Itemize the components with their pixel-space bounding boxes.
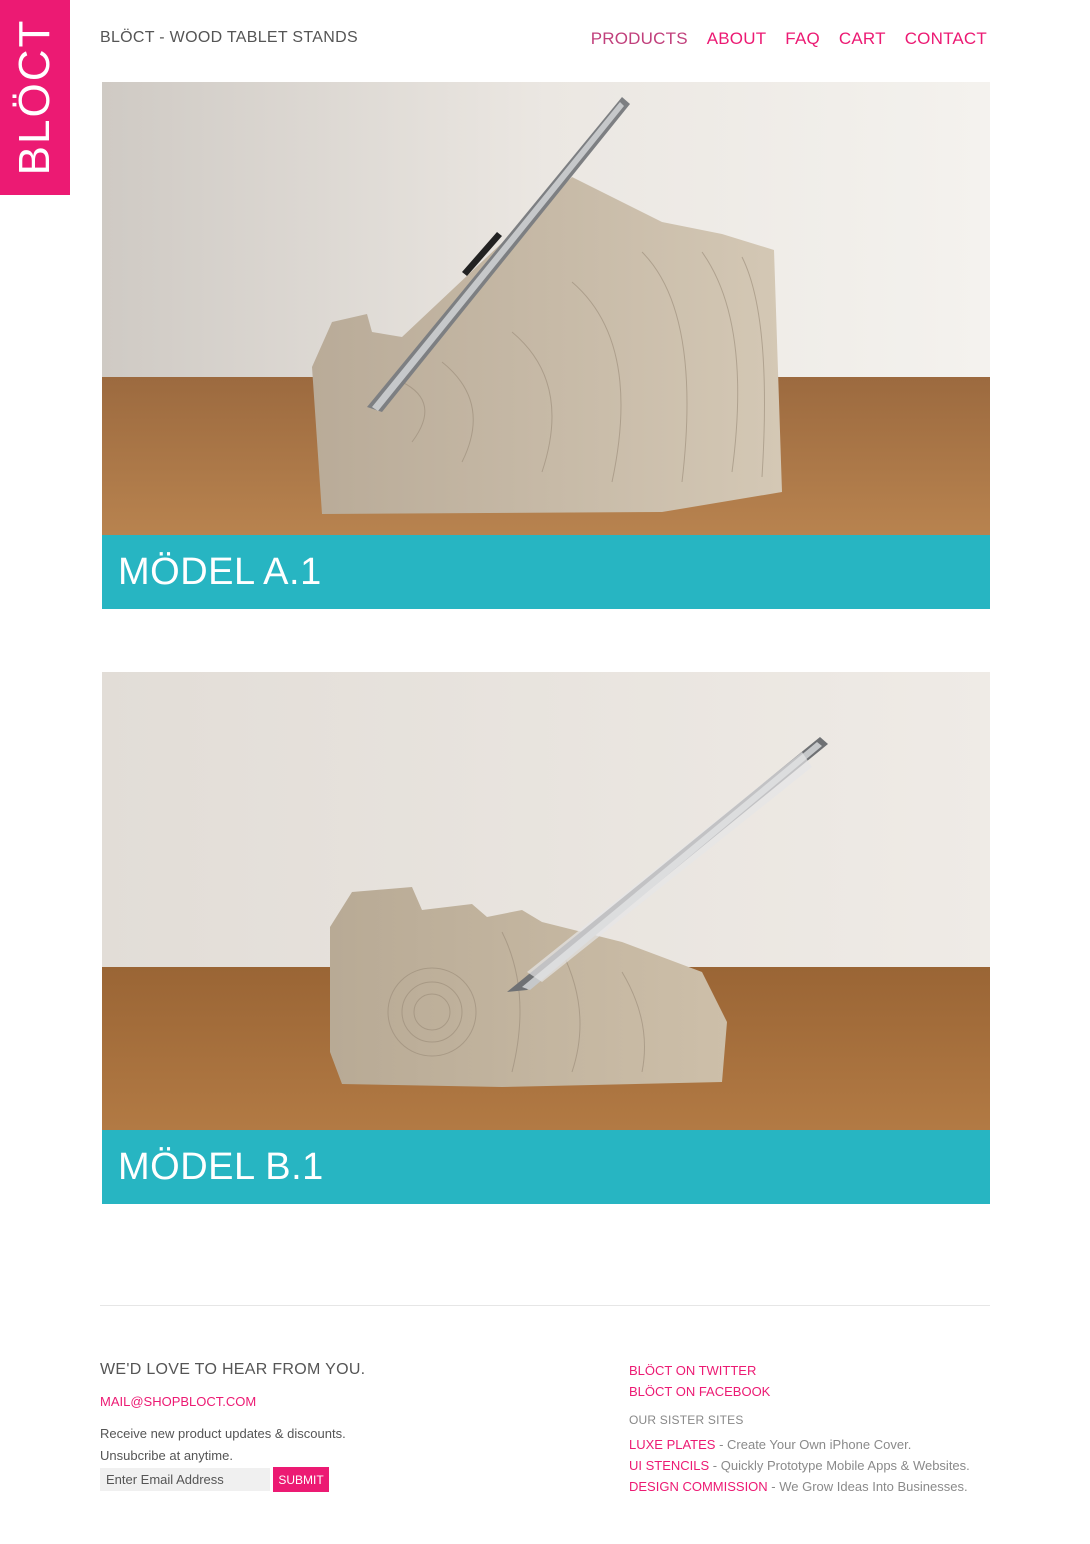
site-title: BLÖCT - WOOD TABLET STANDS — [100, 29, 358, 46]
sister-site-item: DESIGN COMMISSION - We Grow Ideas Into B… — [629, 1479, 968, 1494]
footer-heading: WE'D LOVE TO HEAR FROM YOU. — [100, 1361, 366, 1378]
nav-faq[interactable]: FAQ — [785, 29, 820, 49]
sister-link-luxe-plates[interactable]: LUXE PLATES — [629, 1437, 715, 1452]
product-photo-a1[interactable] — [102, 82, 990, 535]
facebook-link[interactable]: BLÖCT ON FACEBOOK — [629, 1384, 770, 1399]
newsletter-text-2: Unsubcribe at anytime. — [100, 1448, 233, 1463]
sister-link-ui-stencils[interactable]: UI STENCILS — [629, 1458, 709, 1473]
product-card-a1[interactable]: MÖDEL A.1 — [102, 82, 990, 609]
newsletter-text-1: Receive new product updates & discounts. — [100, 1426, 346, 1441]
sister-sites-heading: OUR SISTER SITES — [629, 1413, 744, 1427]
sister-link-design-commission[interactable]: DESIGN COMMISSION — [629, 1479, 768, 1494]
main-nav: PRODUCTS ABOUT FAQ CART CONTACT — [591, 29, 987, 49]
newsletter-email-input[interactable] — [100, 1468, 270, 1491]
nav-about[interactable]: ABOUT — [707, 29, 767, 49]
sister-desc: - Create Your Own iPhone Cover. — [715, 1437, 912, 1452]
product-photo-b1[interactable] — [102, 672, 990, 1130]
product-title-a1: MÖDEL A.1 — [118, 550, 322, 593]
footer-email-link[interactable]: MAIL@SHOPBLOCT.COM — [100, 1394, 256, 1409]
newsletter-submit-button[interactable]: SUBMIT — [273, 1467, 329, 1492]
sister-site-item: UI STENCILS - Quickly Prototype Mobile A… — [629, 1458, 970, 1473]
nav-cart[interactable]: CART — [839, 29, 886, 49]
footer-divider — [100, 1305, 990, 1306]
sister-desc: - We Grow Ideas Into Businesses. — [767, 1479, 968, 1494]
sister-desc: - Quickly Prototype Mobile Apps & Websit… — [709, 1458, 970, 1473]
sister-site-item: LUXE PLATES - Create Your Own iPhone Cov… — [629, 1437, 911, 1452]
twitter-link[interactable]: BLÖCT ON TWITTER — [629, 1363, 756, 1378]
nav-contact[interactable]: CONTACT — [905, 29, 987, 49]
product-caption-b1[interactable]: MÖDEL B.1 — [102, 1130, 990, 1204]
logo[interactable]: BLÖCT — [0, 0, 70, 195]
product-caption-a1[interactable]: MÖDEL A.1 — [102, 535, 990, 609]
product-title-b1: MÖDEL B.1 — [118, 1145, 324, 1188]
logo-text: BLÖCT — [10, 18, 59, 176]
nav-products[interactable]: PRODUCTS — [591, 29, 688, 49]
product-card-b1[interactable]: MÖDEL B.1 — [102, 672, 990, 1204]
